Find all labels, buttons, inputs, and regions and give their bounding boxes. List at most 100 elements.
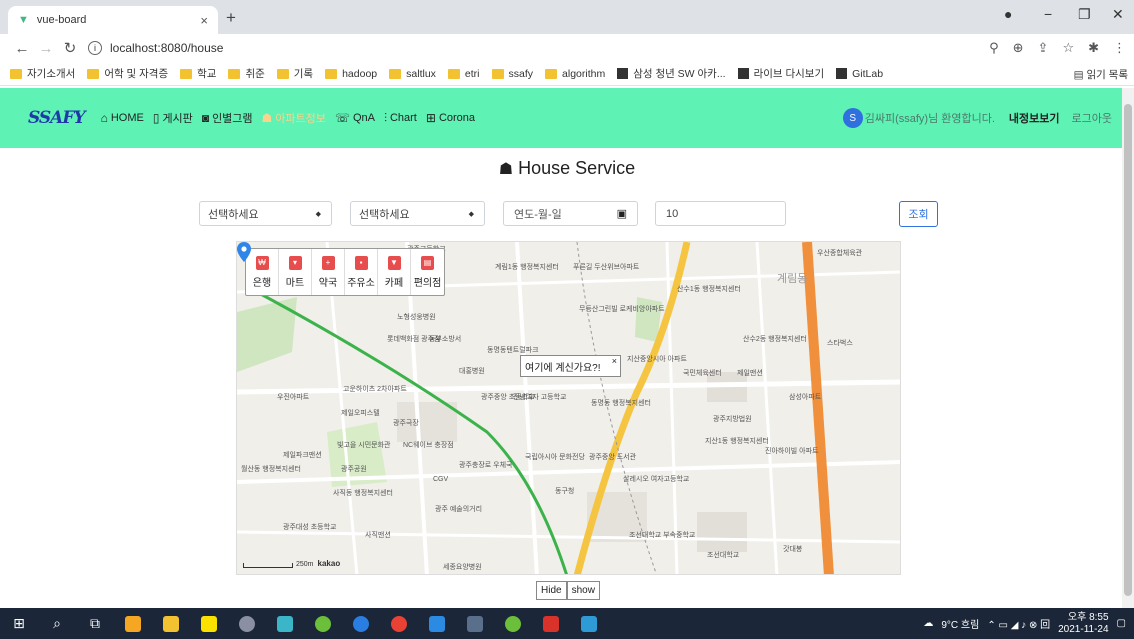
url-field[interactable]: i localhost:8080/house [88,41,223,55]
map-scale: 250m kakao [243,559,340,568]
bookmark-item[interactable]: hadoop [325,68,377,80]
browser-tab[interactable]: ▼ vue-board × [8,6,218,34]
vue-icon: ▼ [18,14,29,26]
map-label: 지산중앙시아 아파트 [627,356,687,363]
kakao-map[interactable]: ₩ 은행 ▾ 마트 + 약국 ▪ 주유소 ▼ 카페 ▤ 편의점 계림1동 행정복지센터 푸른… [236,241,901,575]
calendar-icon[interactable]: ▣ [617,207,627,220]
page-scrollbar[interactable] [1122,88,1134,608]
bookmark-item[interactable]: 자기소개서 [10,66,75,81]
map-label: 사직동 행정복지센터 [333,490,393,497]
map-label: 광주 예술의거리 [435,506,483,513]
info-icon[interactable]: i [88,41,102,55]
browser-tab-bar: ▼ vue-board × + ● − ❐ ✕ [0,0,1134,34]
bookmark-item[interactable]: 취준 [228,66,265,81]
category-gas-station[interactable]: ▪ 주유소 [345,249,378,295]
star-icon[interactable]: ☆ [1062,40,1074,56]
category-mart[interactable]: ▾ 마트 [279,249,312,295]
app-icon[interactable] [456,608,494,639]
bookmark-item[interactable]: 어학 및 자격증 [87,66,168,81]
kakaotalk-icon[interactable] [190,608,228,639]
chrome-icon[interactable] [380,608,418,639]
reading-list[interactable]: ▤ 읽기 목록 [1074,67,1128,82]
show-button[interactable]: show [566,581,600,600]
new-tab-icon[interactable]: + [226,8,236,28]
my-info-link[interactable]: 내정보보기 [1009,110,1060,126]
bookmark-item[interactable]: ssafy [491,68,533,80]
map-label: 광주공원 [341,466,367,473]
location-icon[interactable]: ⚲ [989,40,999,56]
app-icon[interactable] [342,608,380,639]
windows-start-icon[interactable]: ⊞ [0,608,38,639]
close-tab-icon[interactable]: × [200,13,208,28]
weather-text[interactable]: 9°C 흐림 [941,616,979,631]
app-icon[interactable] [114,608,152,639]
app-icon[interactable] [266,608,304,639]
map-label: 광주중앙 도서관 [589,454,637,461]
search-icon[interactable]: ⌕ [38,608,76,639]
bookmark-item[interactable]: 삼성 청년 SW 아카... [617,66,726,81]
search-button[interactable]: 조회 [899,201,938,227]
nav-home[interactable]: ⌂ HOME [101,111,144,125]
bookmark-item[interactable]: 기록 [276,66,313,81]
maximize-icon[interactable]: ❐ [1078,6,1091,23]
logout-link[interactable]: 로그아웃 [1072,110,1112,126]
bookmark-item[interactable]: GitLab [836,68,883,80]
eclipse-icon[interactable] [494,608,532,639]
count-input[interactable]: 10 [655,201,786,226]
vscode-icon[interactable] [418,608,456,639]
minimize-icon[interactable]: − [1044,6,1052,22]
kakao-logo: kakao [317,559,341,568]
extensions-icon[interactable]: ✱ [1088,40,1099,56]
bookmark-item[interactable]: 학교 [180,66,216,81]
app-icon[interactable] [570,608,608,639]
location-marker-icon[interactable] [237,242,251,262]
hide-button[interactable]: Hide [536,581,567,600]
district-select[interactable]: 선택하세요 ◆ [350,201,485,226]
scroll-thumb[interactable] [1124,104,1132,596]
menu-icon[interactable]: ⋮ [1113,40,1126,56]
map-label: 무등산그린빌 로케비앙아파트 [579,306,665,313]
welcome-text: 김싸피(ssafy)님 환영합니다. [864,113,995,125]
category-bar: ₩ 은행 ▾ 마트 + 약국 ▪ 주유소 ▼ 카페 ▤ 편의점 [245,248,445,296]
category-cafe[interactable]: ▼ 카페 [378,249,411,295]
city-select[interactable]: 선택하세요 ◆ [199,201,332,226]
nav-board[interactable]: ▯ 게시판 [153,110,193,126]
clock[interactable]: 오후 8:55 2021-11-24 [1058,612,1108,636]
share-icon[interactable]: ⇪ [1038,40,1049,56]
tray-icons[interactable]: ⌃ ▭ ◢ ♪ ⊗ 回 [987,616,1050,631]
map-toggle-buttons: Hide show [536,581,600,600]
close-icon[interactable]: × [612,356,617,366]
back-icon[interactable]: ← [10,40,34,57]
nav-instagram[interactable]: ◙ 인별그램 [202,110,253,126]
close-window-icon[interactable]: ✕ [1112,6,1124,23]
reload-icon[interactable]: ↻ [58,39,82,57]
bookmark-icon [737,68,749,79]
forward-icon[interactable]: → [34,40,58,57]
task-view-icon[interactable]: ⧉ [76,608,114,639]
map-label: 국민체육센터 [683,370,722,377]
file-explorer-icon[interactable] [152,608,190,639]
ssafy-logo[interactable]: SSAFY [28,108,86,128]
date-input[interactable]: 연도-월-일 ▣ [503,201,638,226]
app-icon[interactable] [228,608,266,639]
profile-icon[interactable]: ● [1004,6,1012,22]
notification-icon[interactable]: ▢ [1117,618,1126,629]
category-convenience[interactable]: ▤ 편의점 [411,249,444,295]
avatar: S [842,108,863,128]
map-label: 우진아파트 [277,394,310,401]
bookmark-item[interactable]: 라이브 다시보기 [737,66,824,81]
eclipse-icon[interactable] [304,608,342,639]
bookmark-item[interactable]: algorithm [545,68,605,80]
bookmark-item[interactable]: saltlux [389,68,436,80]
nav-apartment[interactable]: ☗ 아파트정보 [262,110,326,126]
map-label: 광주극장 [393,420,419,427]
bookmark-item[interactable]: etri [447,68,480,80]
zoom-icon[interactable]: ⊕ [1013,40,1024,56]
chat-icon: ☏ [334,111,350,125]
nav-chart[interactable]: ⫶ Chart [384,111,417,126]
nav-corona[interactable]: ⊞ Corona [426,111,475,125]
map-label: 진아하이빌 아파트 [765,448,819,455]
pdf-icon[interactable] [532,608,570,639]
category-pharmacy[interactable]: + 약국 [312,249,345,295]
nav-qna[interactable]: ☏ QnA [335,111,375,125]
